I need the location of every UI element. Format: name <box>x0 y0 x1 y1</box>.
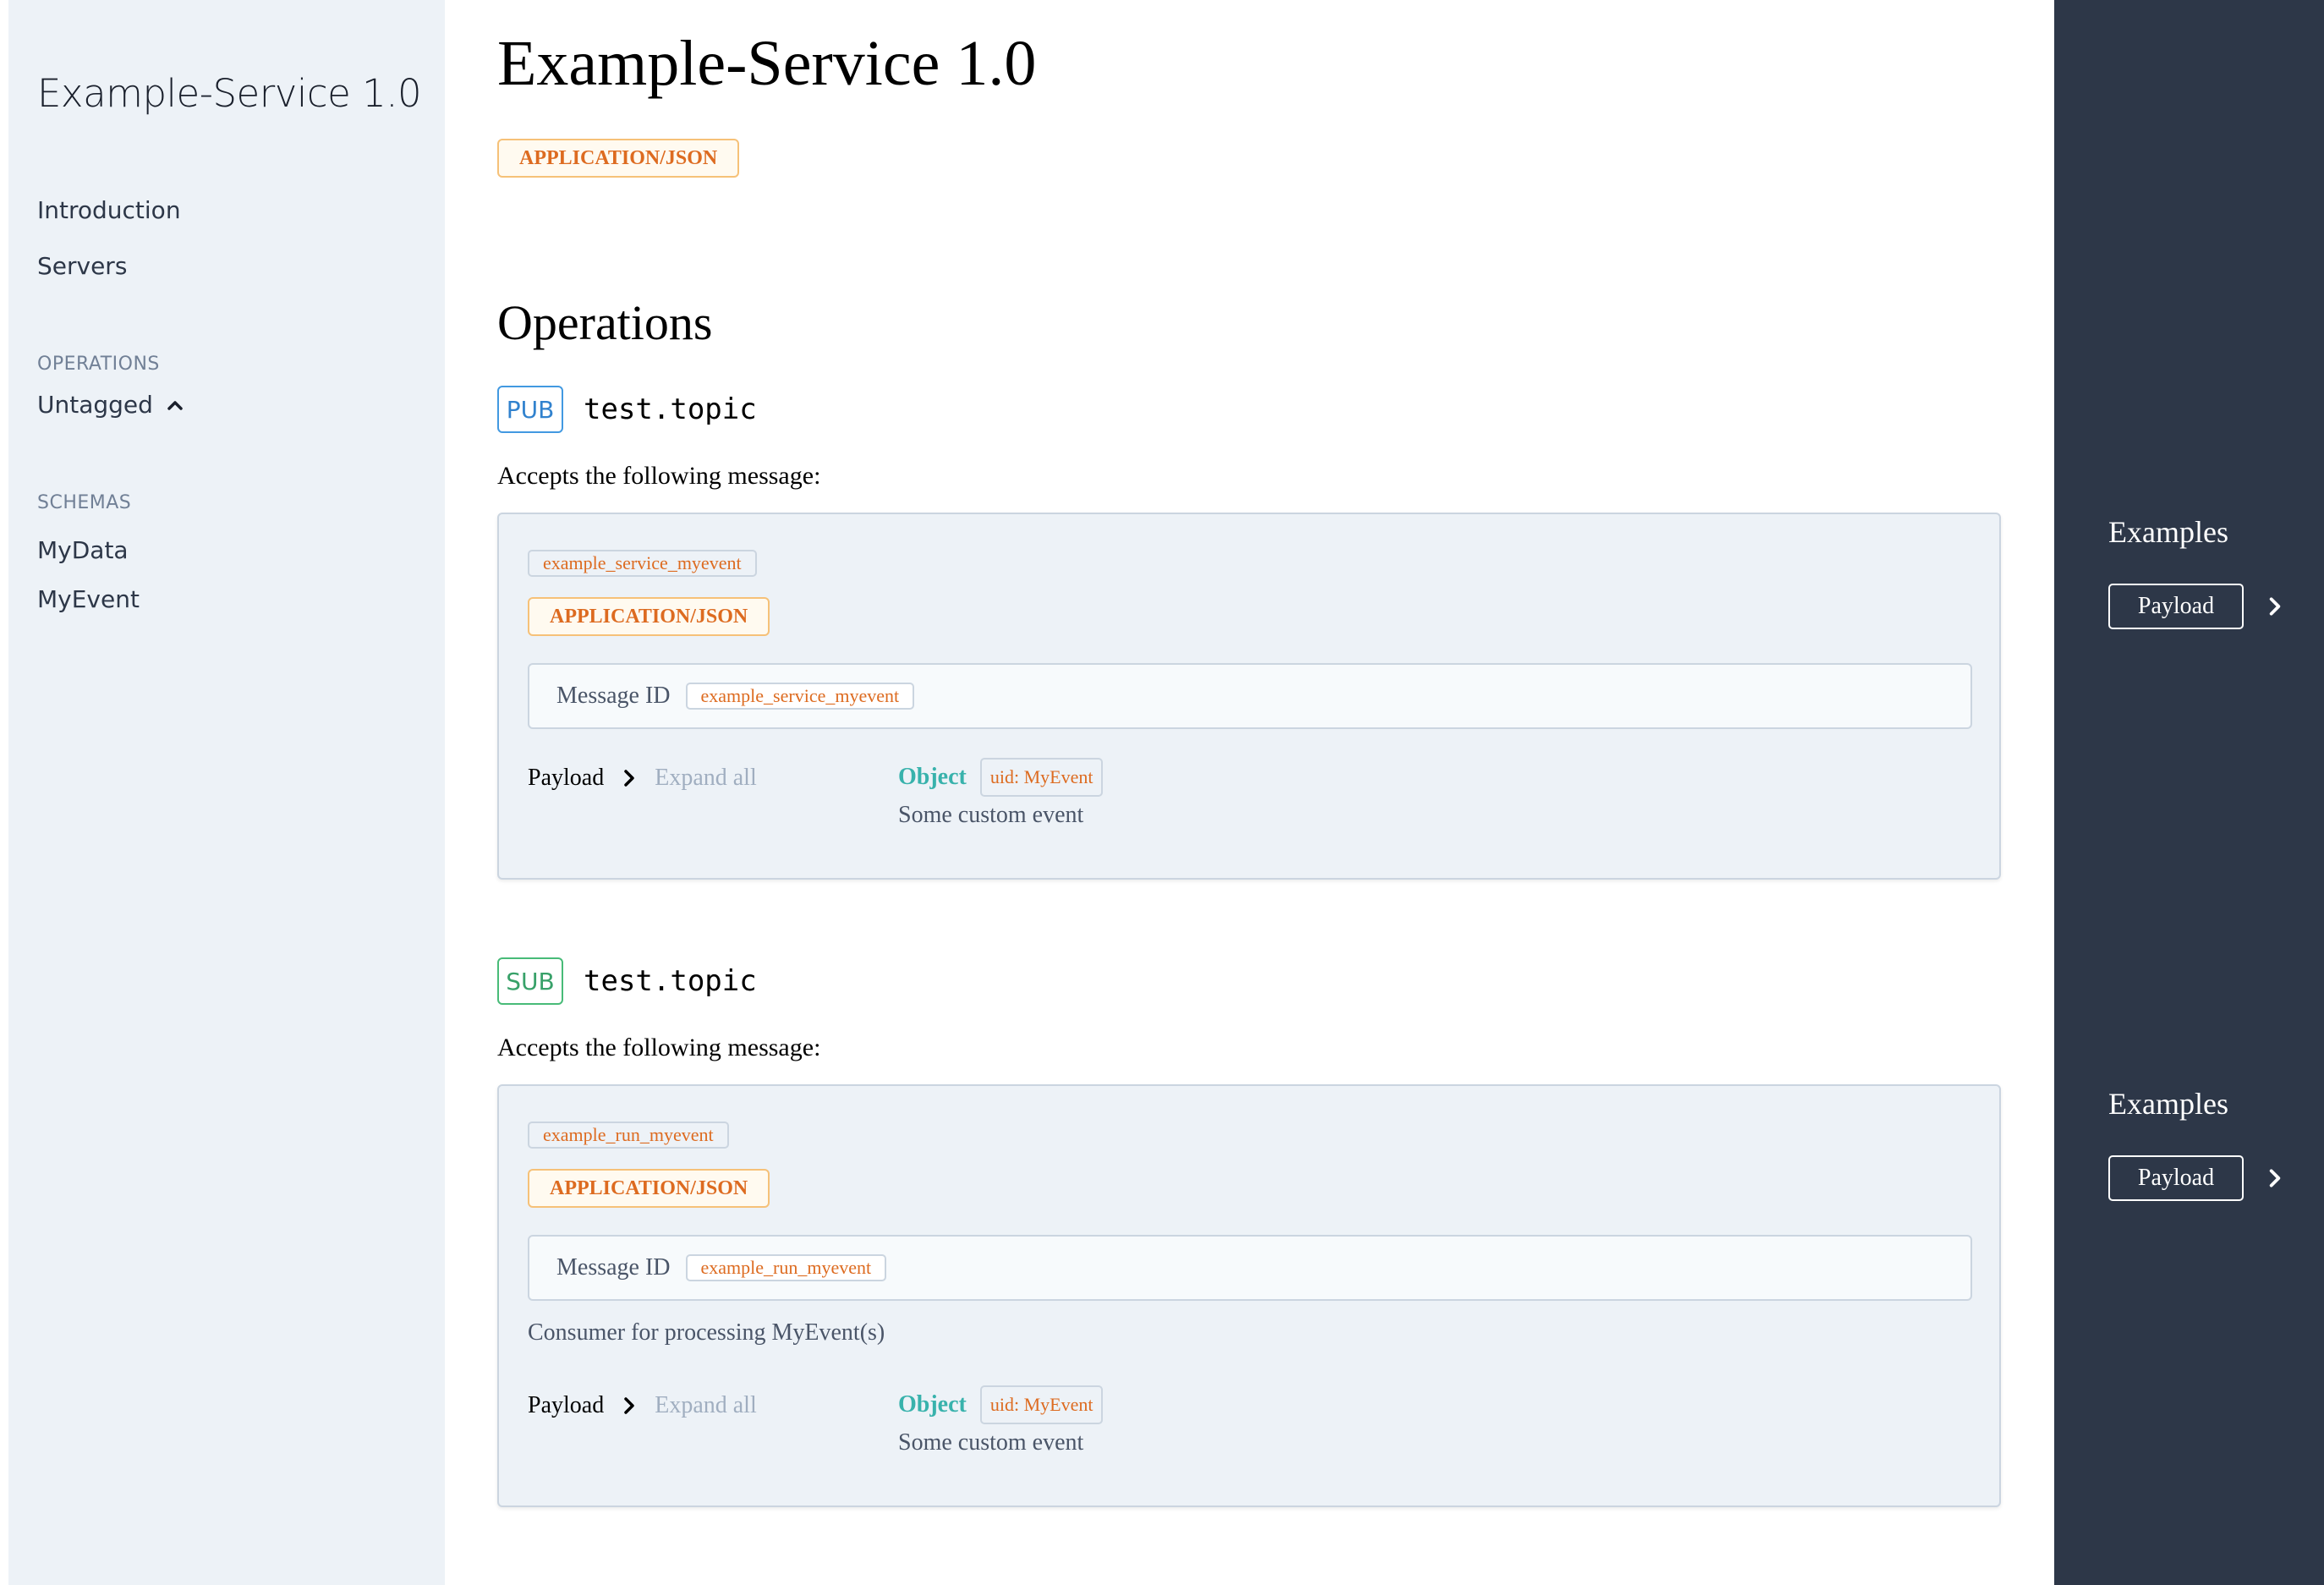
sidebar-item-mydata[interactable]: MyData <box>37 536 129 564</box>
payload-row: Payload Expand all <box>528 765 757 792</box>
sidebar-item-introduction[interactable]: Introduction <box>37 196 181 224</box>
sidebar: Example-Service 1.0 Introduction Servers… <box>8 0 445 1585</box>
schema-uid-tag: uid: MyEvent <box>979 1385 1104 1424</box>
example-row: Payload <box>2108 584 2286 629</box>
sidebar-item-myevent[interactable]: MyEvent <box>37 585 140 613</box>
message-id-box: Message ID example_service_myevent <box>528 663 1972 729</box>
message-name-tag: example_run_myevent <box>528 1122 729 1149</box>
payload-schema: Object uid: MyEvent Some custom event <box>898 758 1104 829</box>
expand-all-button[interactable]: Expand all <box>655 1392 757 1419</box>
sub-badge: SUB <box>497 957 563 1005</box>
chevron-right-icon[interactable] <box>619 768 639 788</box>
message-id-tag: example_run_myevent <box>685 1254 887 1281</box>
example-row: Payload <box>2108 1155 2286 1201</box>
schema-uid-tag: uid: MyEvent <box>979 758 1104 797</box>
chevron-up-icon <box>167 400 183 410</box>
message-description: Consumer for processing MyEvent(s) <box>528 1319 885 1346</box>
sidebar-item-untagged[interactable]: Untagged <box>37 391 185 419</box>
accepts-message-text: Accepts the following message: <box>497 462 821 490</box>
message-name-tag: example_service_myevent <box>528 550 757 577</box>
payload-example-button[interactable]: Payload <box>2108 1155 2244 1201</box>
examples-title: Examples <box>2108 515 2228 549</box>
sidebar-item-label: Untagged <box>37 391 153 419</box>
operation-header-sub: SUB test.topic <box>497 957 757 1005</box>
operations-heading: Operations <box>497 295 713 350</box>
message-card-sub: example_run_myevent APPLICATION/JSON Mes… <box>497 1084 2001 1507</box>
accepts-message-text: Accepts the following message: <box>497 1034 821 1061</box>
pub-badge: PUB <box>497 386 563 433</box>
chevron-right-icon[interactable] <box>2264 1167 2286 1189</box>
payload-row: Payload Expand all <box>528 1392 757 1419</box>
sidebar-item-servers[interactable]: Servers <box>37 252 127 280</box>
sidebar-operations-heading: OPERATIONS <box>37 354 160 375</box>
message-content-type-badge: APPLICATION/JSON <box>528 1169 770 1208</box>
main-content: Example-Service 1.0 APPLICATION/JSON Ope… <box>445 0 2054 1585</box>
operation-header-pub: PUB test.topic <box>497 386 757 433</box>
sidebar-schemas-heading: SCHEMAS <box>37 492 132 513</box>
schema-description: Some custom event <box>898 802 1084 828</box>
message-id-label: Message ID <box>556 1254 671 1281</box>
page-title: Example-Service 1.0 <box>497 28 1037 99</box>
operation-channel: test.topic <box>584 392 757 426</box>
sidebar-app-title[interactable]: Example-Service 1.0 <box>37 71 422 116</box>
message-id-box: Message ID example_run_myevent <box>528 1235 1972 1301</box>
message-card-pub: example_service_myevent APPLICATION/JSON… <box>497 513 2001 880</box>
payload-example-button[interactable]: Payload <box>2108 584 2244 629</box>
schema-type: Object <box>898 1391 967 1418</box>
schema-type: Object <box>898 764 967 790</box>
message-id-tag: example_service_myevent <box>685 683 915 710</box>
message-content-type-badge: APPLICATION/JSON <box>528 597 770 636</box>
message-id-label: Message ID <box>556 683 671 709</box>
payload-schema: Object uid: MyEvent Some custom event <box>898 1385 1104 1456</box>
examples-title: Examples <box>2108 1087 2228 1121</box>
schema-description: Some custom event <box>898 1429 1084 1456</box>
payload-toggle[interactable]: Payload <box>528 1392 604 1419</box>
chevron-right-icon[interactable] <box>2264 595 2286 617</box>
operation-channel: test.topic <box>584 964 757 998</box>
chevron-right-icon[interactable] <box>619 1396 639 1416</box>
default-content-type-badge: APPLICATION/JSON <box>497 139 740 178</box>
expand-all-button[interactable]: Expand all <box>655 765 757 792</box>
examples-panel: Examples Payload Examples Payload <box>2054 0 2324 1585</box>
payload-toggle[interactable]: Payload <box>528 765 604 792</box>
